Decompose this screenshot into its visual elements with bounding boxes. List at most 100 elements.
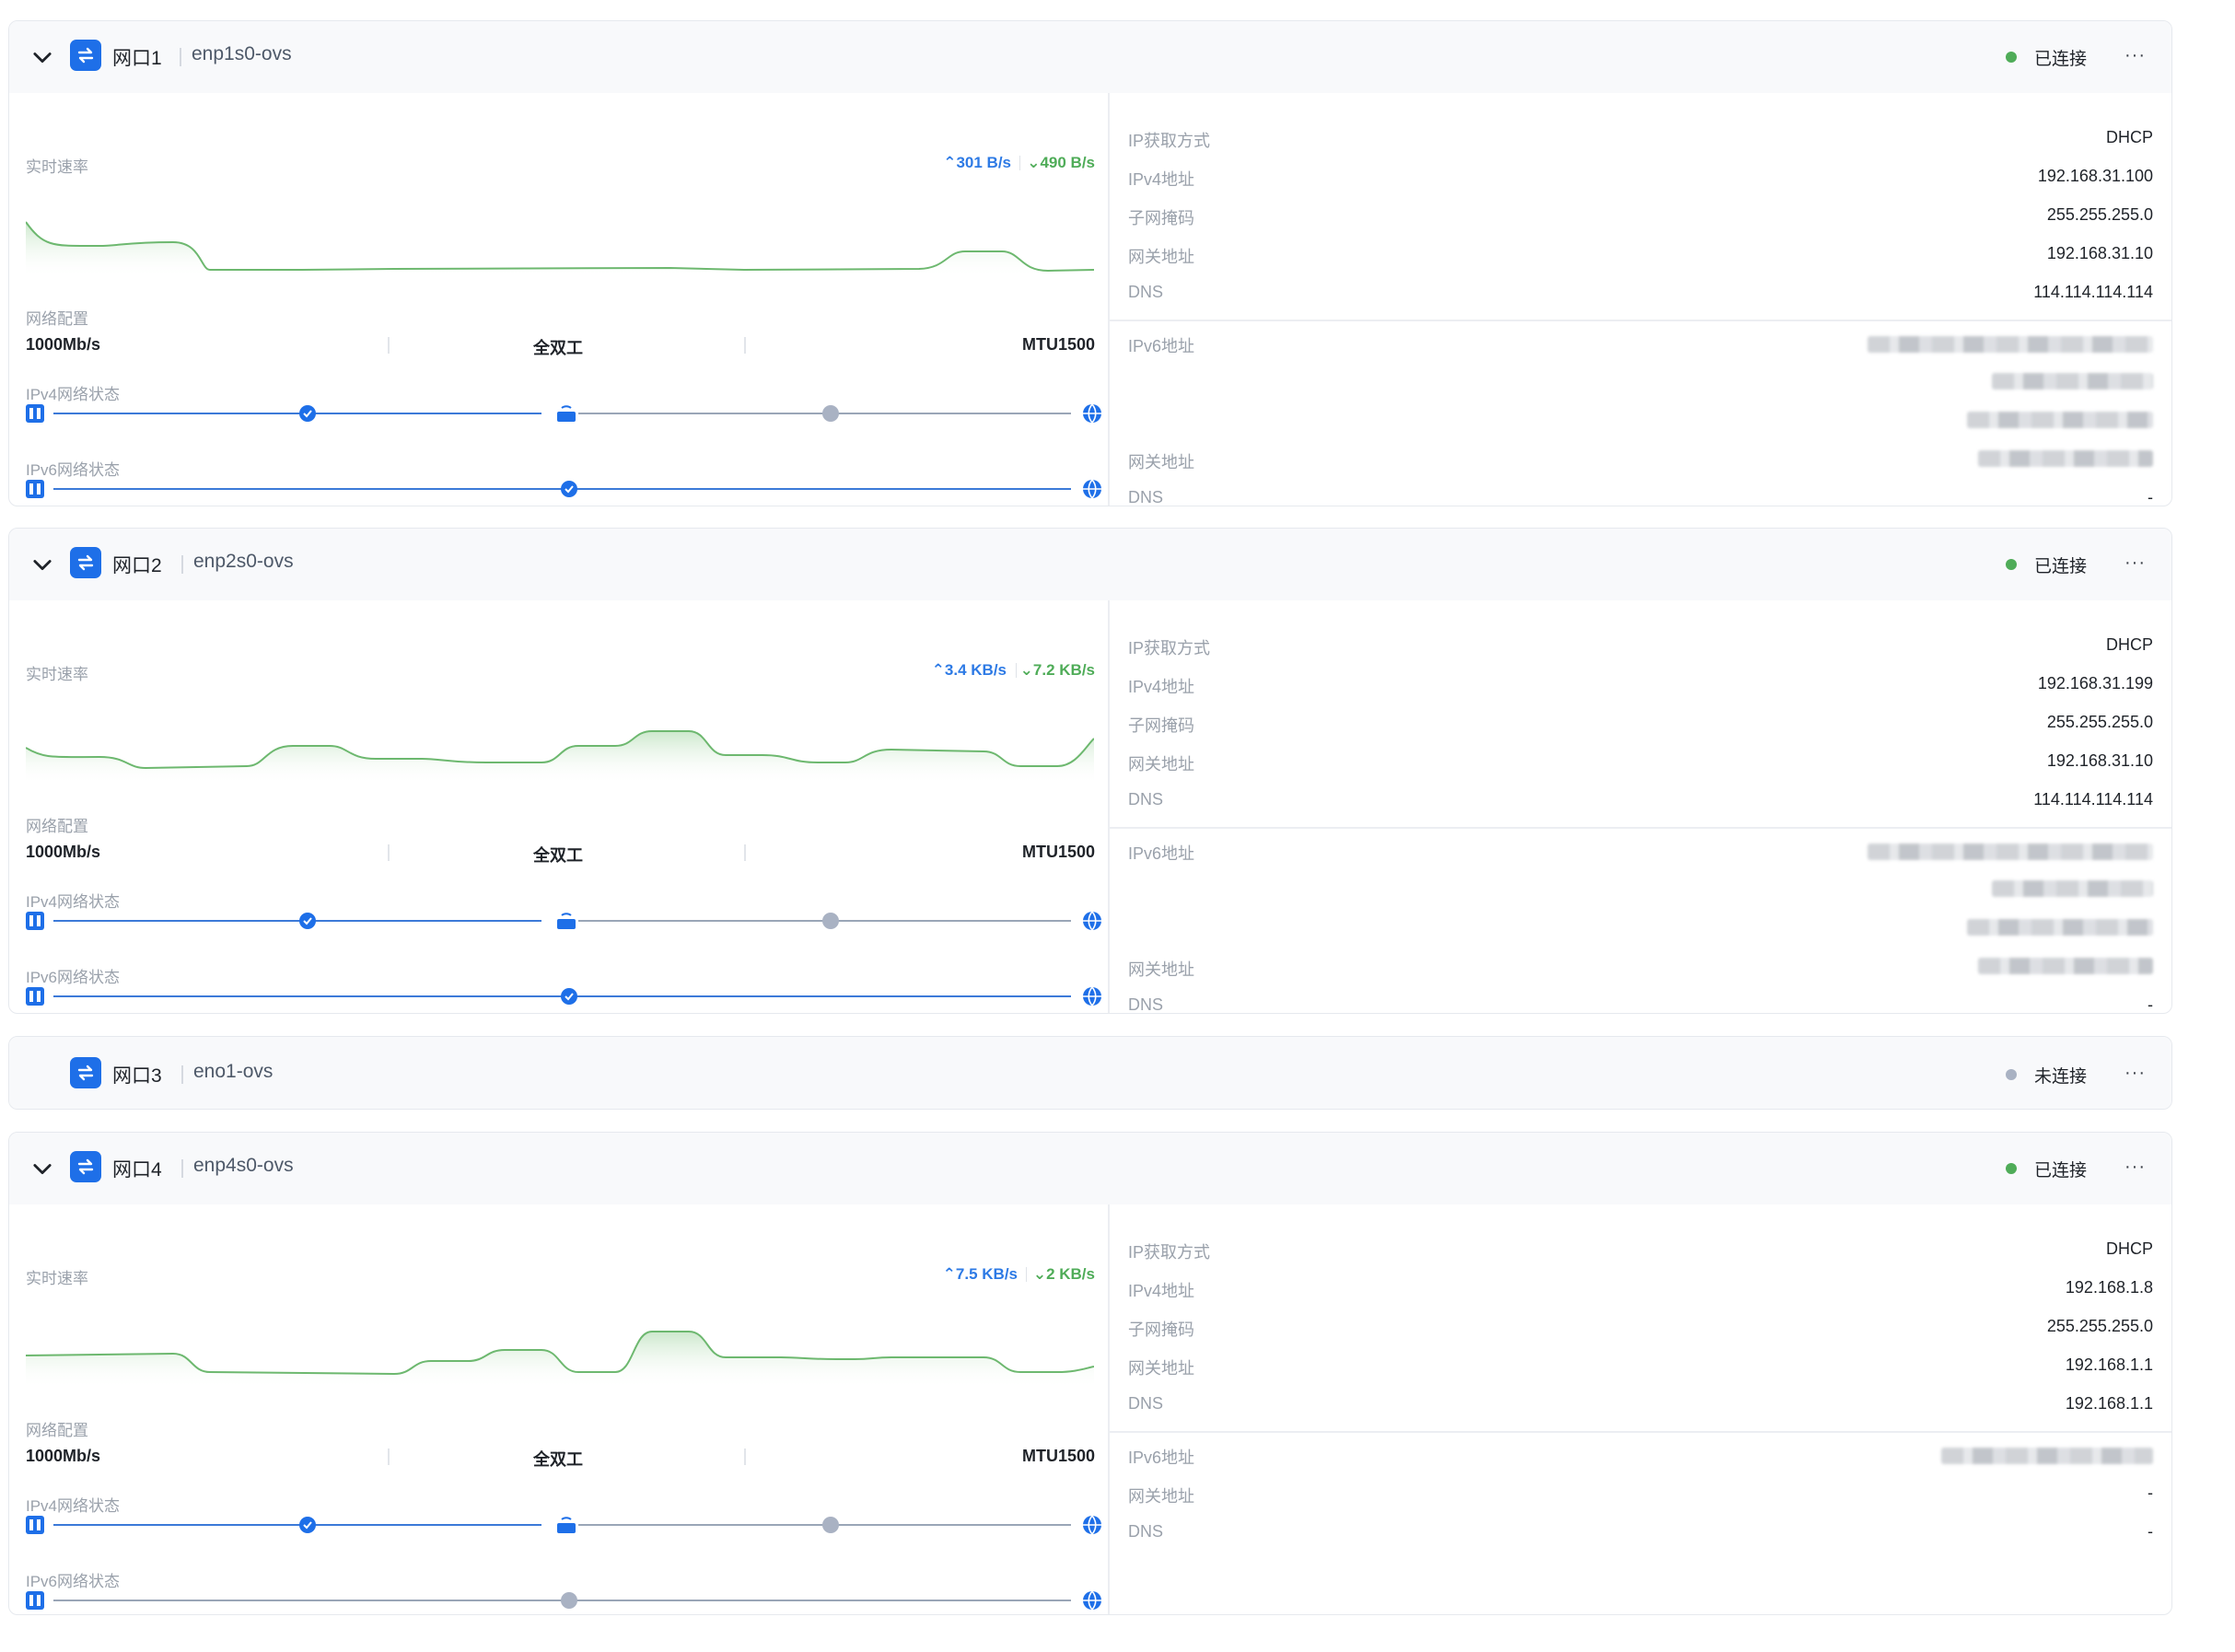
state-dot — [822, 1517, 839, 1533]
port-name: 网口4 — [112, 1159, 162, 1181]
ipv6-gateway-label: 网关地址 — [1128, 960, 1194, 979]
link-speed: 1000Mb/s — [26, 843, 101, 861]
speed-sparkline — [26, 1331, 1094, 1389]
port-header[interactable]: 网口4 enp4s0-ovs 已连接 ··· — [9, 1133, 2171, 1204]
mtu: MTU1500 — [1021, 1447, 1095, 1465]
ip-value: 255.255.255.0 — [2046, 205, 2153, 224]
mtu: MTU1500 — [1021, 335, 1095, 354]
ip-key: DNS — [1128, 1394, 1164, 1413]
check-circle-icon — [299, 1517, 316, 1533]
download-speed-value: 2 KB/s — [1046, 1265, 1095, 1283]
nic-icon — [26, 912, 44, 930]
status-text: 已连接 — [2033, 50, 2087, 69]
nic-icon — [26, 480, 44, 498]
ipv6-dns-value: - — [2148, 488, 2153, 506]
ip-value: DHCP — [2105, 1239, 2153, 1258]
ip-key: 网关地址 — [1128, 755, 1194, 774]
ip-value: 192.168.1.1 — [2065, 1355, 2153, 1374]
upload-speed-value: 3.4 KB/s — [944, 661, 1007, 679]
speed-label: 实时速率 — [26, 666, 88, 683]
nic-icon — [26, 1516, 44, 1534]
upload-speed: ⌃7.5 KB/s — [942, 1265, 1018, 1283]
ip-value: DHCP — [2105, 635, 2153, 654]
check-circle-icon — [561, 988, 577, 1005]
config-label: 网络配置 — [26, 310, 88, 328]
globe-icon — [1083, 1515, 1101, 1535]
upload-speed-value: 7.5 KB/s — [955, 1265, 1018, 1283]
ipv6-address-label: IPv6地址 — [1128, 844, 1195, 863]
ip-value: 192.168.31.10 — [2046, 244, 2153, 262]
port-device: enp2s0-ovs — [193, 551, 294, 572]
state-dot — [561, 1592, 577, 1609]
ipv4-state-row — [26, 1511, 1105, 1539]
ipv6-gateway-label: 网关地址 — [1128, 453, 1194, 471]
globe-icon — [1083, 986, 1101, 1006]
port-device: enp4s0-ovs — [193, 1155, 294, 1176]
ipv6-dns-label: DNS — [1128, 1522, 1164, 1541]
globe-icon — [1083, 403, 1101, 424]
check-circle-icon — [561, 481, 577, 497]
ip-key: 网关地址 — [1128, 1359, 1194, 1378]
more-options-button[interactable]: ··· — [2124, 553, 2146, 574]
status-dot — [2006, 559, 2017, 570]
redacted-ipv6-address — [1967, 919, 2153, 936]
speed-sparkline — [26, 221, 1094, 277]
upload-speed: ⌃301 B/s — [943, 154, 1011, 171]
ipv6-dns-label: DNS — [1128, 995, 1164, 1014]
status-dot — [2006, 1163, 2017, 1174]
divider — [1025, 1267, 1027, 1282]
port-card-4: 网口4 enp4s0-ovs 已连接 ··· 实时速率 ⌃7.5 KB/s ⌄2… — [8, 1132, 2172, 1615]
ipv6-state-row — [26, 1587, 1105, 1614]
more-options-button[interactable]: ··· — [2124, 1157, 2146, 1178]
port-swap-icon — [70, 40, 101, 71]
divider — [1110, 827, 2171, 829]
redacted-ipv6-gateway — [1978, 450, 2153, 467]
speed-sparkline — [26, 730, 1094, 785]
download-speed: ⌄2 KB/s — [1032, 1265, 1095, 1283]
status-text: 未连接 — [2033, 1067, 2087, 1087]
port-header[interactable]: 网口2 enp2s0-ovs 已连接 ··· — [9, 529, 2171, 600]
ip-key: IP获取方式 — [1128, 132, 1211, 150]
ip-info-panel: IP获取方式 DHCP IPv4地址 192.168.1.8 子网掩码 255.… — [1110, 1204, 2171, 1614]
more-options-button[interactable]: ··· — [2124, 1063, 2146, 1084]
port-header[interactable]: 网口1 enp1s0-ovs 已连接 ··· — [9, 21, 2171, 93]
redacted-ipv6-address — [1992, 373, 2153, 390]
speed-label: 实时速率 — [26, 158, 88, 176]
divider — [388, 337, 390, 354]
chevron-down-icon[interactable] — [29, 44, 55, 70]
more-options-button[interactable]: ··· — [2124, 45, 2146, 66]
divider — [1110, 320, 2171, 321]
redacted-ipv6-address — [1868, 336, 2153, 353]
router-icon — [557, 1517, 576, 1533]
ip-value: DHCP — [2105, 128, 2153, 146]
ipv6-state-row — [26, 475, 1105, 503]
ipv6-address-label: IPv6地址 — [1128, 1448, 1195, 1467]
nic-icon — [26, 1591, 44, 1610]
link-speed: 1000Mb/s — [26, 1447, 101, 1465]
ip-key: IPv4地址 — [1128, 1282, 1195, 1300]
link-speed: 1000Mb/s — [26, 335, 101, 354]
port-name: 网口3 — [112, 1065, 162, 1087]
port-left-panel: 实时速率 ⌃3.4 KB/s ⌄7.2 KB/s 网络配置 1000Mb/s 全… — [9, 600, 1108, 1013]
ip-key: IPv4地址 — [1128, 678, 1195, 696]
ip-key: 子网掩码 — [1128, 716, 1194, 735]
port-swap-icon — [70, 1057, 101, 1088]
nic-icon — [26, 404, 44, 423]
chevron-down-icon[interactable] — [29, 552, 55, 577]
upload-speed: ⌃3.4 KB/s — [931, 661, 1007, 679]
state-dot — [822, 405, 839, 422]
ipv6-address-label: IPv6地址 — [1128, 337, 1195, 355]
divider — [388, 1448, 390, 1465]
ip-value: 192.168.31.10 — [2046, 751, 2153, 770]
download-speed: ⌄7.2 KB/s — [1019, 661, 1095, 679]
ip-value: 192.168.31.199 — [2037, 674, 2153, 692]
chevron-down-icon[interactable] — [29, 1156, 55, 1181]
ipv6-dns-value: - — [2148, 1522, 2153, 1541]
port-header[interactable]: 网口3 eno1-ovs 未连接 ··· — [9, 1037, 2171, 1109]
ipv6-gateway-value: - — [2148, 1483, 2153, 1502]
duplex-mode: 全双工 — [533, 1450, 583, 1469]
ip-key: 网关地址 — [1128, 248, 1194, 266]
config-label: 网络配置 — [26, 1422, 88, 1439]
divider — [180, 48, 181, 66]
status-text: 已连接 — [2033, 1161, 2087, 1181]
